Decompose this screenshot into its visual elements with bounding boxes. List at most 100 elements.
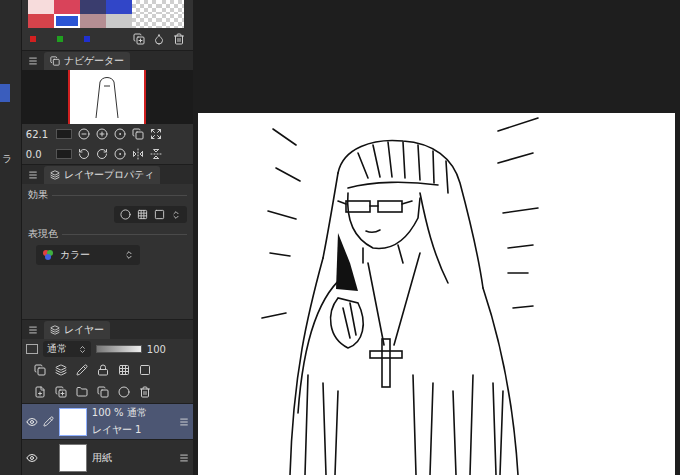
blend-row: 通常 100 <box>22 339 193 359</box>
navigator-header: ナビゲーター <box>22 50 193 70</box>
opacity-value[interactable]: 100 <box>147 344 166 355</box>
rotation-row: 0.0 <box>22 144 193 164</box>
trash-icon[interactable] <box>173 33 185 45</box>
border-effect-icon[interactable] <box>120 209 131 220</box>
zoom-out-icon[interactable] <box>78 128 90 140</box>
menu-icon[interactable] <box>28 325 38 335</box>
color-swatch[interactable] <box>80 14 106 28</box>
color-mode-dropdown[interactable]: カラー <box>36 245 140 265</box>
layer-text: 用紙 <box>92 451 174 465</box>
navigator-preview[interactable] <box>22 70 193 124</box>
mask-icon[interactable] <box>139 364 151 376</box>
layer-info: 100 % 通常 <box>92 406 174 420</box>
layer-text: 100 % 通常レイヤー 1 <box>92 406 174 437</box>
color-label: 表現色 <box>28 227 187 241</box>
flip-horizontal-icon[interactable] <box>132 148 144 160</box>
rotate-left-icon[interactable] <box>78 148 90 160</box>
color-swatch[interactable] <box>158 14 184 28</box>
layer-thumbnail <box>59 408 87 436</box>
rotate-right-icon[interactable] <box>96 148 108 160</box>
navigator-thumbnail <box>68 70 146 124</box>
color-palette <box>22 0 193 50</box>
actual-size-icon[interactable] <box>114 128 126 140</box>
channel-dot <box>84 36 90 42</box>
new-layer-icon[interactable] <box>34 386 46 398</box>
menu-icon[interactable] <box>28 170 38 180</box>
effect-label: 効果 <box>28 188 187 202</box>
mask-add-icon[interactable] <box>118 386 130 398</box>
delete-icon[interactable] <box>139 386 151 398</box>
rgb-icon <box>42 249 54 261</box>
zoom-row: 62.1 <box>22 124 193 144</box>
layer-name: 用紙 <box>92 451 174 465</box>
strip-label[interactable]: ラ <box>0 152 21 166</box>
layer-row[interactable]: 100 % 通常レイヤー 1 <box>22 403 193 439</box>
layer-property-tab[interactable]: レイヤープロパティ <box>44 166 160 184</box>
tone-effect-icon[interactable] <box>137 209 148 220</box>
folder-icon[interactable] <box>76 386 88 398</box>
color-swatch[interactable] <box>158 0 184 14</box>
effect-buttons <box>114 206 187 223</box>
rotation-field[interactable]: 0.0 <box>26 149 50 160</box>
color-swatch[interactable] <box>80 0 106 14</box>
layer-name: レイヤー 1 <box>92 423 174 437</box>
effect-section: 効果表現色カラー <box>22 184 193 269</box>
channel-dot <box>30 36 36 42</box>
canvas-paper[interactable] <box>198 113 675 475</box>
canvas-area <box>193 0 680 475</box>
draft-icon[interactable] <box>76 364 88 376</box>
color-swatch[interactable] <box>54 14 80 28</box>
layer-thumbnail <box>59 444 87 472</box>
eye-icon[interactable] <box>26 416 38 428</box>
fill-icon[interactable] <box>150 128 162 140</box>
side-panel: ナビゲーター 62.1 0.0 レイヤープロパティ効果表現色カラーレイヤー通常 100 1… <box>22 0 193 475</box>
reset-rotation-icon[interactable] <box>114 148 126 160</box>
navigator-tab[interactable]: ナビゲーター <box>44 52 130 70</box>
layer-header: レイヤー <box>22 319 193 339</box>
opacity-slider[interactable] <box>96 345 142 353</box>
reference-icon[interactable] <box>55 364 67 376</box>
navigator-icon <box>50 56 60 66</box>
color-swatch[interactable] <box>132 0 158 14</box>
color-swatch[interactable] <box>106 0 132 14</box>
rotation-slider[interactable] <box>56 149 72 159</box>
clip-icon[interactable] <box>34 364 46 376</box>
add-swatch-icon[interactable] <box>133 33 145 45</box>
artwork-drawing <box>198 113 675 475</box>
zoom-field[interactable]: 62.1 <box>26 129 50 140</box>
layer-color-icon[interactable] <box>154 209 165 220</box>
more-icon[interactable] <box>171 210 181 220</box>
drag-handle-icon[interactable] <box>179 453 189 463</box>
zoom-in-icon[interactable] <box>96 128 108 140</box>
color-swatch[interactable] <box>28 14 54 28</box>
flip-vertical-icon[interactable] <box>150 148 162 160</box>
swatch-grid <box>26 0 189 28</box>
side-strip: ラ <box>0 0 22 475</box>
fit-icon[interactable] <box>132 128 144 140</box>
merge-icon[interactable] <box>97 386 109 398</box>
layer-tab[interactable]: レイヤー <box>44 321 110 339</box>
channel-dot <box>57 36 63 42</box>
color-swatch[interactable] <box>54 0 80 14</box>
lock-transparency-icon[interactable] <box>118 364 130 376</box>
palette-controls <box>26 28 189 50</box>
app-window: ラ ナビゲーター 62.1 0.0 レイヤープロパティ効果表現色カラーレイヤー通常 100… <box>0 0 680 475</box>
new-vector-icon[interactable] <box>55 386 67 398</box>
color-swatch[interactable] <box>28 0 54 14</box>
mask-toggle[interactable] <box>26 344 38 354</box>
eye-icon[interactable] <box>26 452 38 464</box>
blend-mode-select[interactable]: 通常 <box>43 341 91 357</box>
eyedropper-icon[interactable] <box>153 33 165 45</box>
layer-property-icon <box>50 170 60 180</box>
layer-row[interactable]: 用紙 <box>22 439 193 475</box>
strip-highlight[interactable] <box>0 84 10 102</box>
drag-handle-icon[interactable] <box>179 417 189 427</box>
pencil-icon <box>43 416 54 427</box>
menu-icon[interactable] <box>28 56 38 66</box>
dropdown-icon <box>78 345 87 354</box>
layer-toolbar <box>22 359 193 381</box>
zoom-slider[interactable] <box>56 129 72 139</box>
color-swatch[interactable] <box>132 14 158 28</box>
color-swatch[interactable] <box>106 14 132 28</box>
lock-icon[interactable] <box>97 364 109 376</box>
